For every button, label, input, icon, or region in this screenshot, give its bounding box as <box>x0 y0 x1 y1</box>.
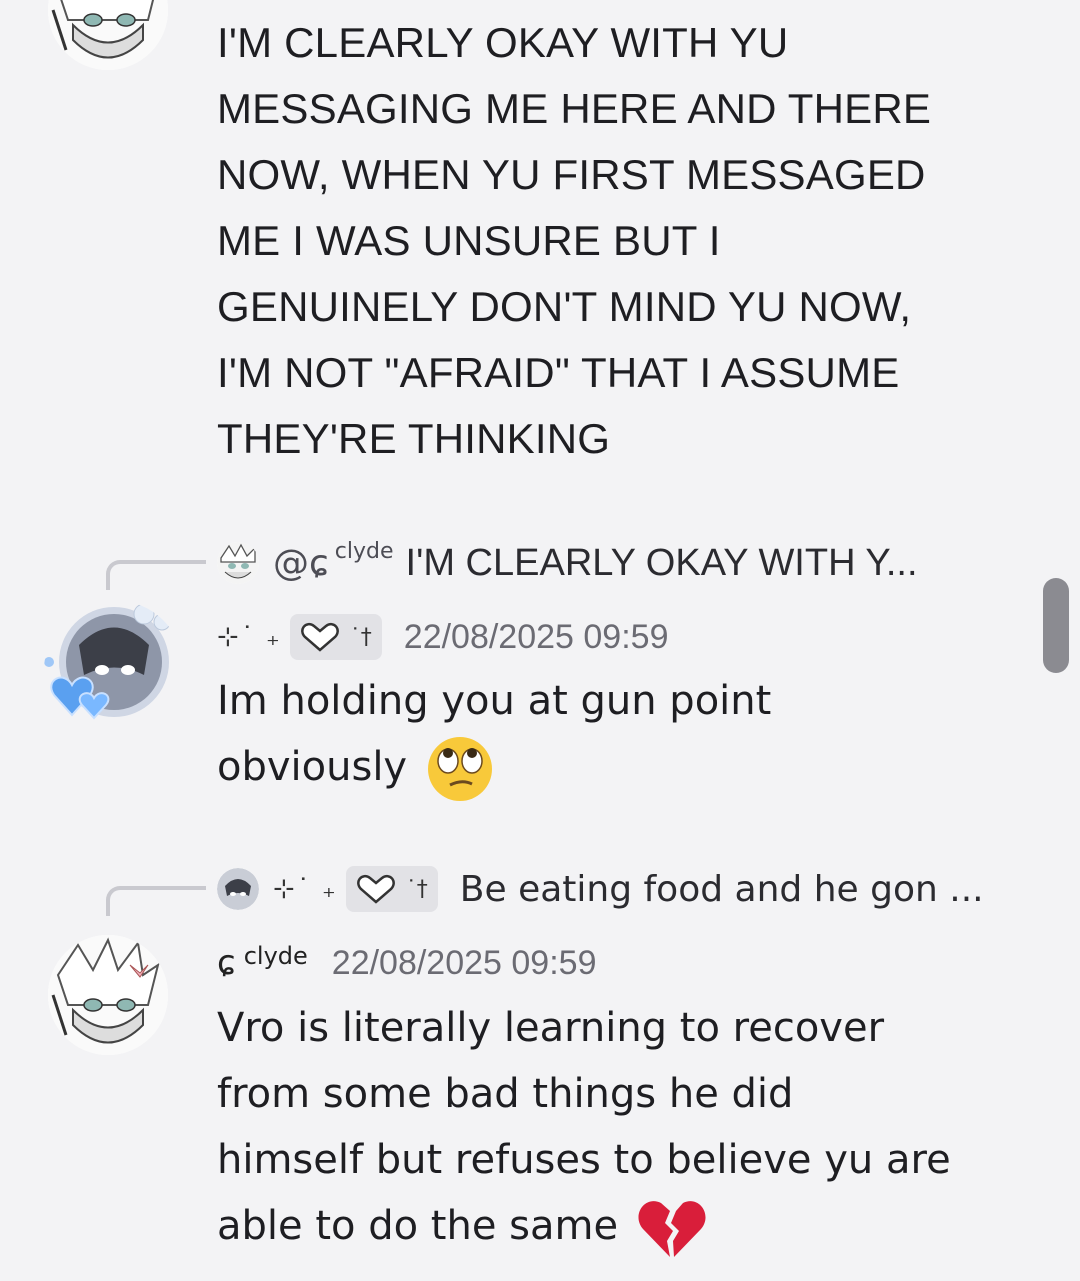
author-hook: ɕ <box>217 943 236 983</box>
reply-preview[interactable]: ⊹˙ ₊ ˙† Be eating food and he gon ... <box>217 864 984 914</box>
reply-mention[interactable]: @ɕ <box>273 543 329 584</box>
message-text-1: I'M CLEARLY OKAY WITH YU MESSAGING ME HE… <box>217 19 932 462</box>
cross-icon: ˙† <box>349 624 372 650</box>
author-tag[interactable]: ˙† <box>289 614 382 660</box>
reply-text: I'M CLEARLY OKAY WITH Y... <box>405 541 918 584</box>
timestamp-3: 22/08/2025 09:59 <box>331 943 597 982</box>
cross-icon: ˙† <box>405 876 428 902</box>
avatar-clyde[interactable] <box>48 935 168 1055</box>
author-row-3: ɕ clyde 22/08/2025 09:59 <box>217 935 596 991</box>
avatar-clyde[interactable] <box>48 0 168 70</box>
reply-mention-sup: clyde <box>334 538 394 564</box>
reply-avatar <box>217 542 259 584</box>
author-deco[interactable]: ⊹˙ ₊ <box>217 622 282 652</box>
reply-avatar <box>217 868 259 910</box>
message-text-2: Im holding you at gun point obviously <box>217 668 771 803</box>
message-text-3: Vro is literally learning to recover fro… <box>217 995 951 1259</box>
reply-author-deco: ⊹˙ ₊ <box>273 874 338 904</box>
author-name[interactable]: ɕ clyde <box>217 942 308 983</box>
heart-icon <box>356 874 395 904</box>
scrollbar[interactable] <box>1043 578 1069 673</box>
message-text-3-body: Vro is literally learning to recover fro… <box>217 1005 951 1249</box>
reply-author-tag: ˙† <box>345 866 438 912</box>
reply-text: Be eating food and he gon ... <box>459 868 984 910</box>
avatar-blue-hearts[interactable] <box>44 600 184 740</box>
author-row-2: ⊹˙ ₊ ˙† 22/08/2025 09:59 <box>217 609 668 665</box>
author-name-text: clyde <box>243 942 308 970</box>
heart-icon <box>300 622 339 652</box>
message-text-2-body: Im holding you at gun point obviously <box>217 678 772 790</box>
reply-preview[interactable]: @ɕ clyde I'M CLEARLY OKAY WITH Y... <box>217 538 918 588</box>
timestamp-2: 22/08/2025 09:59 <box>403 617 669 656</box>
reply-connector <box>106 886 206 916</box>
broken-heart-emoji <box>638 1201 706 1257</box>
eye-roll-emoji <box>427 737 492 801</box>
reply-connector <box>106 560 206 590</box>
